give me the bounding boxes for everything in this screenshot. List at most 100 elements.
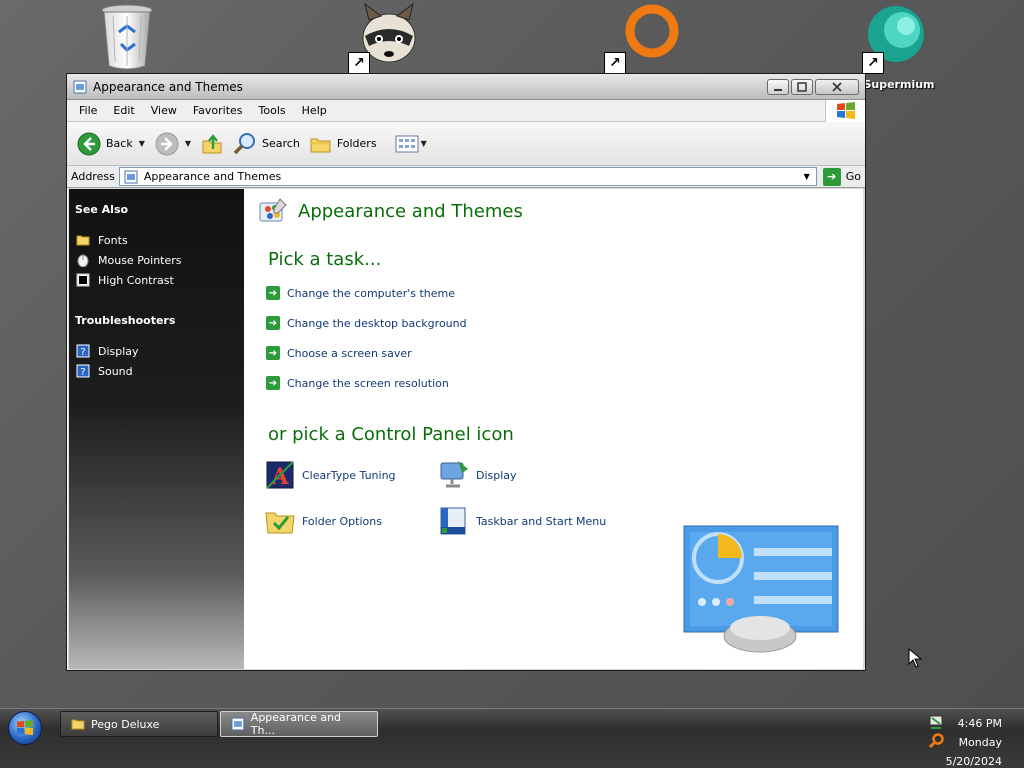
sidebar-item-display[interactable]: ? Display	[75, 341, 238, 361]
task-screen-resolution[interactable]: ➔ Change the screen resolution	[266, 376, 449, 390]
sidebar-item-sound[interactable]: ? Sound	[75, 361, 238, 381]
desktop-icon-recycle-bin[interactable]	[82, 2, 172, 75]
toolbar: Back ▼ ▼ Search Folders ▼	[67, 122, 865, 166]
back-arrow-icon	[77, 132, 101, 155]
cp-icon-display[interactable]: Display	[438, 459, 517, 491]
search-icon	[233, 132, 256, 154]
folders-button[interactable]: Folders	[310, 134, 377, 154]
system-tray: 4:46 PM Monday 5/20/2024	[924, 711, 1020, 768]
address-label: Address	[71, 170, 115, 183]
explorer-window: Appearance and Themes File Edit View Fav…	[66, 73, 866, 671]
clock-date: 5/20/2024	[945, 755, 1002, 768]
sidebar: See Also Fonts Mouse Pointers High Contr…	[69, 189, 244, 669]
task-change-background[interactable]: ➔ Change the desktop background	[266, 316, 467, 330]
address-bar: Address Appearance and Themes ▼ ➔ Go	[67, 166, 865, 188]
content-area: See Also Fonts Mouse Pointers High Contr…	[69, 189, 863, 669]
mouse-cursor-icon	[908, 648, 922, 668]
task-screen-saver[interactable]: ➔ Choose a screen saver	[266, 346, 412, 360]
cp-icon-folder-options[interactable]: Folder Options	[264, 505, 382, 537]
control-panel-icon	[231, 717, 245, 731]
menu-file[interactable]: File	[71, 102, 105, 119]
sidebar-item-label: Mouse Pointers	[98, 253, 182, 267]
control-panel-watermark-icon	[683, 525, 839, 653]
chevron-down-icon[interactable]: ▼	[800, 169, 814, 184]
go-arrow-icon: ➔	[822, 167, 841, 186]
sidebar-item-high-contrast[interactable]: High Contrast	[75, 270, 238, 290]
views-button[interactable]: ▼	[395, 135, 427, 153]
desktop-icon-supermium[interactable]: ↗ Supermium	[850, 2, 940, 91]
address-field[interactable]: Appearance and Themes ▼	[118, 167, 817, 186]
folders-label: Folders	[336, 137, 377, 150]
taskbar: Pego Deluxe Appearance and Th... 4:46 PM…	[0, 708, 1024, 768]
windows-logo-icon	[825, 100, 865, 122]
forward-button[interactable]: ▼	[155, 132, 191, 156]
mouse-icon	[75, 252, 91, 268]
sidebar-item-fonts[interactable]: Fonts	[75, 230, 238, 250]
control-panel-icon	[73, 80, 87, 93]
svg-text:?: ?	[80, 367, 85, 378]
menu-bar: File Edit View Favorites Tools Help	[67, 100, 865, 122]
task-label: Change the desktop background	[287, 316, 467, 330]
close-icon	[832, 81, 842, 92]
display-icon	[440, 461, 468, 488]
main-panel: Appearance and Themes Pick a task... ➔ C…	[244, 189, 863, 669]
close-button[interactable]	[815, 78, 859, 95]
arrow-right-icon: ➔	[266, 286, 280, 300]
menu-help[interactable]: Help	[294, 102, 335, 119]
minimize-button[interactable]	[767, 78, 789, 95]
search-tray-icon[interactable]	[928, 733, 944, 749]
go-button[interactable]: ➔ Go	[822, 167, 861, 186]
pick-task-heading: Pick a task...	[268, 249, 382, 270]
address-value: Appearance and Themes	[143, 170, 282, 183]
up-folder-button[interactable]	[201, 133, 223, 155]
clock[interactable]: 4:46 PM Monday 5/20/2024	[946, 714, 1002, 768]
cp-icon-label: Display	[476, 468, 517, 482]
appearance-themes-icon	[259, 198, 287, 222]
search-label: Search	[262, 137, 300, 150]
help-icon: ?	[75, 343, 91, 359]
shortcut-arrow-icon: ↗	[348, 52, 370, 74]
arrow-right-icon: ➔	[266, 376, 280, 390]
arrow-right-icon: ➔	[266, 346, 280, 360]
clock-time: 4:46 PM	[957, 717, 1002, 730]
back-button[interactable]: Back ▼	[77, 132, 145, 156]
cp-icon-label: Taskbar and Start Menu	[476, 514, 607, 528]
folder-icon	[75, 232, 91, 248]
troubleshooters-heading: Troubleshooters	[75, 314, 176, 327]
menu-tools[interactable]: Tools	[251, 102, 294, 119]
chevron-down-icon[interactable]: ▼	[185, 139, 191, 148]
shortcut-arrow-icon: ↗	[862, 52, 884, 74]
cp-icon-cleartype[interactable]: A ClearType Tuning	[264, 459, 396, 491]
taskbar-button-appearance[interactable]: Appearance and Th...	[220, 711, 378, 737]
search-button[interactable]: Search	[233, 132, 300, 156]
see-also-heading: See Also	[75, 203, 129, 216]
back-label: Back	[106, 137, 133, 150]
maximize-button[interactable]	[791, 78, 813, 95]
cp-icon-taskbar[interactable]: Taskbar and Start Menu	[438, 505, 606, 537]
cleartype-icon: A	[266, 461, 294, 490]
control-panel-icon	[124, 170, 138, 183]
cp-icon-label: Folder Options	[302, 514, 382, 528]
clock-day: Monday	[958, 736, 1002, 749]
chevron-down-icon[interactable]: ▼	[421, 139, 427, 148]
up-folder-icon	[202, 133, 222, 153]
task-change-theme[interactable]: ➔ Change the computer's theme	[266, 286, 455, 300]
network-icon[interactable]	[928, 714, 944, 730]
category-title: Appearance and Themes	[298, 200, 523, 222]
sidebar-item-label: Fonts	[98, 233, 128, 247]
maximize-icon	[797, 81, 807, 92]
menu-view[interactable]: View	[143, 102, 185, 119]
shortcut-arrow-icon: ↗	[604, 52, 626, 74]
desktop-icon-raccoon[interactable]: ↗	[340, 2, 430, 75]
recycle-bin-icon	[101, 4, 153, 70]
taskbar-button-pego[interactable]: Pego Deluxe	[60, 711, 218, 737]
title-bar[interactable]: Appearance and Themes	[67, 74, 865, 100]
folder-options-icon	[265, 512, 295, 534]
start-button[interactable]	[8, 711, 42, 745]
menu-favorites[interactable]: Favorites	[185, 102, 251, 119]
windows-logo-icon	[17, 720, 33, 736]
sidebar-item-mouse-pointers[interactable]: Mouse Pointers	[75, 250, 238, 270]
desktop-icon-orange-ring[interactable]: ↗	[602, 2, 692, 74]
menu-edit[interactable]: Edit	[105, 102, 142, 119]
chevron-down-icon[interactable]: ▼	[139, 139, 145, 148]
